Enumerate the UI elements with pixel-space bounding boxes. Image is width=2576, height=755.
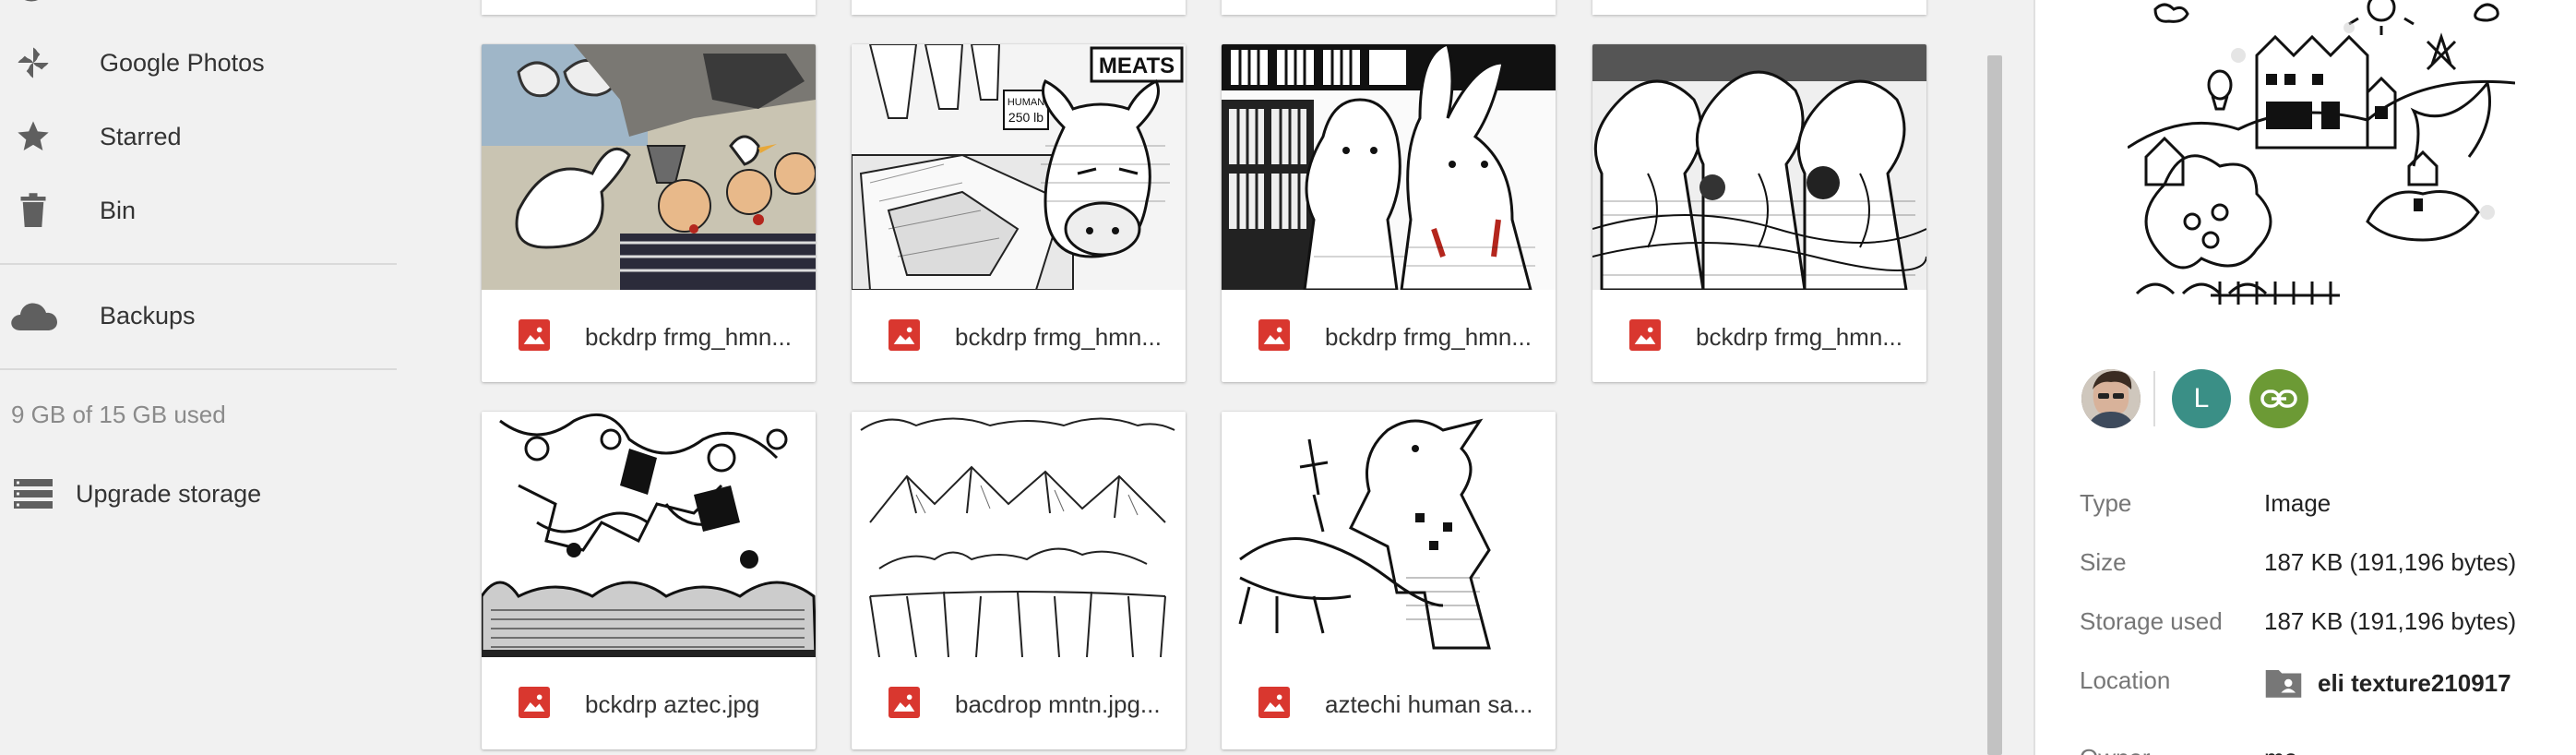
file-card[interactable]: MEATS HUMAN 250 lb bckdrp frmg_hmn... [852,44,1186,382]
file-thumbnail [482,412,816,657]
avatar-separator [2153,371,2155,426]
file-thumbnail [1222,412,1556,657]
file-card[interactable]: aztechi human sa... [1222,412,1556,749]
upgrade-storage-button[interactable]: Upgrade storage [0,461,397,526]
image-file-icon [519,319,550,351]
owner-avatar[interactable] [2081,369,2141,428]
image-file-icon [1258,319,1290,351]
circle-icon [24,0,39,2]
file-thumbnail [1222,44,1556,290]
file-name: bckdrp frmg_hmn... [955,323,1162,351]
file-name: aztechi human sa... [1325,690,1533,718]
file-name: bacdrop mntn.jpg... [955,690,1161,718]
file-thumbnail [1592,44,1926,290]
file-card-partial[interactable] [1222,0,1556,15]
property-type-value: Image [2264,489,2332,517]
sidebar-item-label: Backups [100,301,196,330]
file-thumbnail [482,44,816,290]
location-folder-link[interactable]: eli texture210917 [2264,666,2511,700]
storage-icon [13,473,54,514]
property-storage-used-label: Storage used [2080,607,2223,635]
property-location-label: Location [2080,666,2171,694]
meats-sign-text: MEATS [1099,54,1175,78]
image-file-icon [888,319,920,351]
sidebar-divider [0,368,397,370]
image-file-icon [888,687,920,718]
star-icon [13,116,54,157]
file-name: bckdrp frmg_hmn... [1325,323,1532,351]
sidebar-item-backups[interactable]: Backups [0,283,397,348]
file-thumbnail [852,412,1186,657]
image-file-icon [1629,319,1661,351]
human-tag-text: HUMAN [1008,97,1044,108]
file-name: bckdrp frmg_hmn... [585,323,792,351]
file-card-partial[interactable] [852,0,1186,15]
property-size-label: Size [2080,548,2127,576]
file-card[interactable]: bckdrp frmg_hmn... [1222,44,1556,382]
sidebar-item-google-photos[interactable]: Google Photos [0,30,397,95]
sidebar-divider [0,263,397,265]
sidebar: Google Photos Starred Bin Backups 9 GB o… [0,0,397,755]
file-card-partial[interactable] [482,0,816,15]
file-preview [2128,0,2515,305]
human-weight-text: 250 lb [1008,110,1044,125]
scrollbar-thumb[interactable] [1987,55,2002,755]
trash-icon [13,190,54,231]
property-owner-label: Owner [2080,744,2151,755]
sidebar-item-bin[interactable]: Bin [0,178,397,243]
property-storage-used-value: 187 KB (191,196 bytes) [2264,607,2517,635]
property-owner-value: me [2264,744,2297,755]
cloud-icon [7,295,59,336]
file-card-partial[interactable] [1592,0,1926,15]
sidebar-item-label: Bin [100,196,137,224]
image-file-icon [1258,687,1290,718]
details-panel: L Type Image Size 187 KB (191,196 bytes)… [2033,0,2576,755]
file-card[interactable]: bacdrop mntn.jpg... [852,412,1186,749]
shared-folder-icon [2265,670,2302,698]
file-name: bckdrp frmg_hmn... [1696,323,1902,351]
sidebar-item-label: Google Photos [100,48,265,77]
file-thumbnail: MEATS HUMAN 250 lb [852,44,1186,290]
sidebar-item-starred[interactable]: Starred [0,104,397,169]
property-location-value: eli texture210917 [2318,668,2511,697]
file-card[interactable]: bckdrp aztec.jpg [482,412,816,749]
file-name: bckdrp aztec.jpg [585,690,760,718]
property-size-value: 187 KB (191,196 bytes) [2264,548,2517,576]
link-share-icon[interactable] [2249,369,2308,428]
file-grid: bckdrp frmg_hmn... MEATS HUMAN 250 lb bc… [397,0,1998,755]
property-type-label: Type [2080,489,2132,517]
storage-usage-text: 9 GB of 15 GB used [11,401,226,428]
file-card[interactable]: bckdrp frmg_hmn... [1592,44,1926,382]
pinwheel-icon [13,42,54,83]
user-avatar-l[interactable]: L [2172,369,2231,428]
sidebar-item-label: Starred [100,122,182,150]
file-card[interactable]: bckdrp frmg_hmn... [482,44,816,382]
upgrade-storage-label: Upgrade storage [76,479,262,508]
image-file-icon [519,687,550,718]
